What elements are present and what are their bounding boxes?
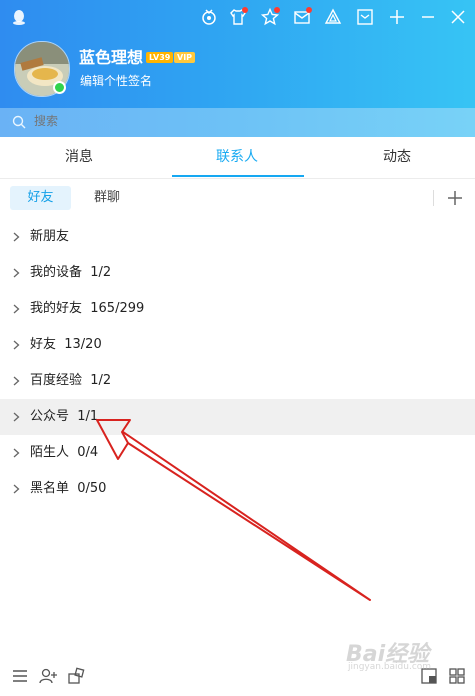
chevron-right-icon <box>13 376 20 386</box>
search-bar[interactable] <box>0 108 475 137</box>
chevron-right-icon <box>13 340 20 350</box>
friend-group-row[interactable]: 我的好友 165/299 <box>0 291 475 327</box>
tab-moments[interactable]: 动态 <box>318 137 475 178</box>
friend-group-row[interactable]: 黑名单 0/50 <box>0 471 475 507</box>
chevron-right-icon <box>13 448 20 458</box>
chevron-right-icon <box>13 304 20 314</box>
chevron-right-icon <box>13 484 20 494</box>
star-icon[interactable] <box>259 6 281 28</box>
profile-header: 蓝色理想 LV39 VIP 编辑个性签名 <box>0 0 475 108</box>
friend-group-row[interactable]: 好友 13/20 <box>0 327 475 363</box>
tab-contacts[interactable]: 联系人 <box>158 137 316 178</box>
friend-group-label: 我的设备 1/2 <box>30 265 112 280</box>
friend-group-label: 百度经验 1/2 <box>30 373 112 388</box>
friend-group-label: 黑名单 0/50 <box>30 481 107 496</box>
main-tabs: 消息 联系人 动态 <box>0 137 475 179</box>
friend-group-row[interactable]: 公众号 1/1 <box>0 399 475 435</box>
app-manager-icon[interactable] <box>66 666 86 686</box>
inbox-icon[interactable] <box>354 6 376 28</box>
medal-icon[interactable] <box>198 6 220 28</box>
divider <box>433 190 434 206</box>
plus-icon[interactable] <box>386 6 408 28</box>
minimize-icon[interactable] <box>417 6 439 28</box>
tshirt-icon[interactable] <box>227 6 249 28</box>
mail-icon[interactable] <box>291 6 313 28</box>
apps-grid-icon[interactable] <box>447 666 467 686</box>
watermark-subtext: jingyan.baidu.com <box>348 662 432 672</box>
friend-group-row[interactable]: 百度经验 1/2 <box>0 363 475 399</box>
close-icon[interactable] <box>447 6 469 28</box>
level-badge[interactable]: LV39 <box>146 52 174 63</box>
friend-group-row[interactable]: 我的设备 1/2 <box>0 255 475 291</box>
subtab-groups[interactable]: 群聊 <box>78 186 136 210</box>
chevron-right-icon <box>13 412 20 422</box>
friend-group-row[interactable]: 陌生人 0/4 <box>0 435 475 471</box>
add-contact-icon[interactable] <box>445 188 465 208</box>
friend-group-label: 公众号 1/1 <box>30 409 99 424</box>
contact-subtabs: 好友 群聊 <box>0 178 475 218</box>
add-friend-icon[interactable] <box>38 666 58 686</box>
signature-edit[interactable]: 编辑个性签名 <box>80 72 152 89</box>
search-input[interactable] <box>34 114 334 128</box>
friend-group-label: 好友 13/20 <box>30 337 102 352</box>
nickname[interactable]: 蓝色理想 <box>79 44 143 68</box>
qq-logo-icon <box>8 6 30 28</box>
friend-group-label: 陌生人 0/4 <box>30 445 99 460</box>
vip-badge[interactable]: VIP <box>174 52 196 63</box>
tab-messages[interactable]: 消息 <box>0 137 158 178</box>
chevron-right-icon <box>13 268 20 278</box>
menu-icon[interactable] <box>10 666 30 686</box>
triangle-icon[interactable] <box>322 6 344 28</box>
online-status-indicator <box>53 81 66 94</box>
active-tab-indicator <box>172 175 304 177</box>
chevron-right-icon <box>13 232 20 242</box>
subtab-friends[interactable]: 好友 <box>10 186 71 210</box>
search-icon <box>12 115 26 129</box>
friend-group-label: 我的好友 165/299 <box>30 301 145 316</box>
friend-group-row[interactable]: 新朋友 <box>0 219 475 255</box>
friend-group-label: 新朋友 <box>30 229 70 244</box>
